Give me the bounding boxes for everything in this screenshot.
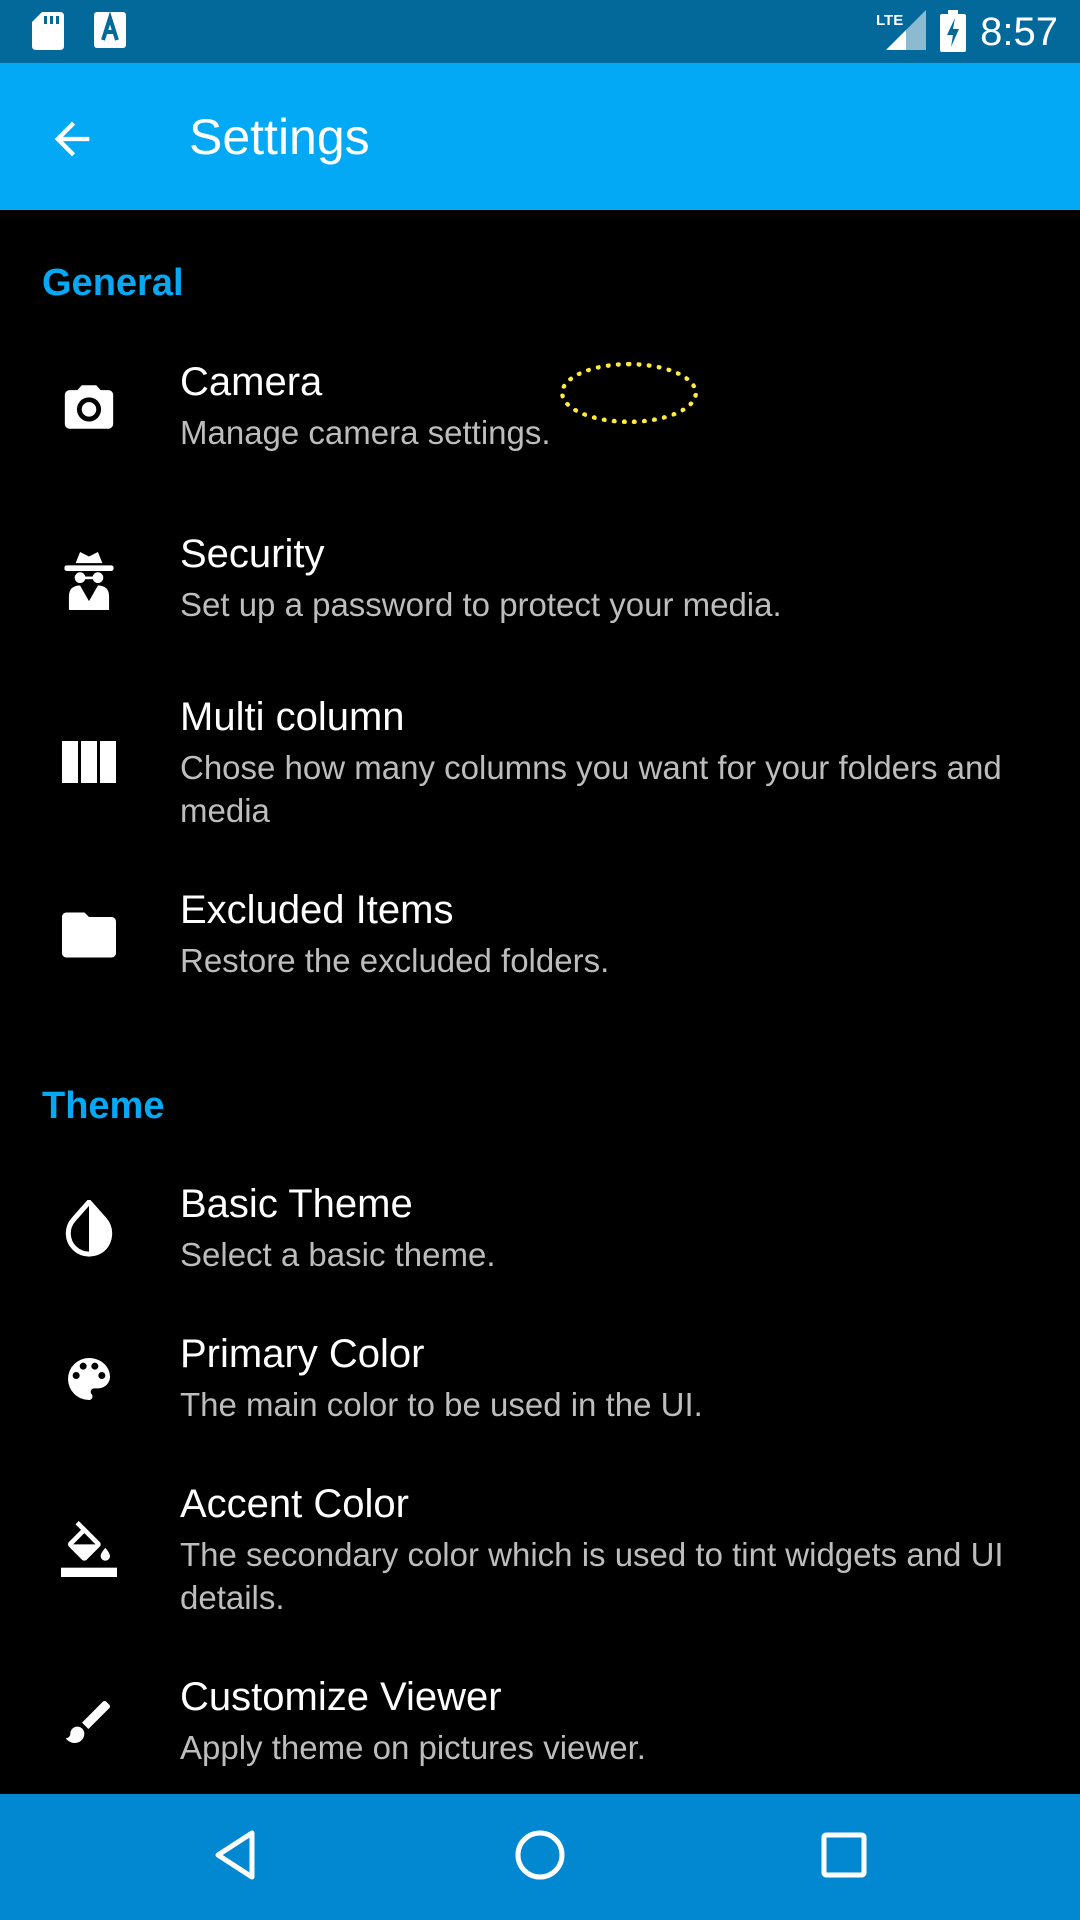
nav-back-button[interactable] (196, 1822, 276, 1892)
folder-icon (60, 906, 118, 964)
view-columns-icon (60, 733, 118, 791)
format-color-fill-icon (60, 1520, 118, 1578)
section-header-general: General (42, 262, 184, 304)
pref-basic-theme[interactable]: Basic Theme Select a basic theme. (0, 1180, 1080, 1330)
back-button[interactable] (30, 99, 114, 183)
pref-summary: The main color to be used in the UI. (180, 1386, 703, 1423)
svg-text:LTE: LTE (876, 12, 903, 29)
pref-title: Security (180, 532, 325, 576)
pref-summary: Chose how many columns you want for your… (180, 749, 1002, 829)
pref-customize-viewer[interactable]: Customize Viewer Apply theme on pictures… (0, 1673, 1080, 1794)
pref-title: Customize Viewer (180, 1675, 502, 1719)
app-bar: Settings (0, 63, 1080, 210)
nav-recents-button[interactable] (804, 1822, 884, 1892)
pref-excluded-items[interactable]: Excluded Items Restore the excluded fold… (0, 886, 1080, 1036)
navigation-bar (0, 1794, 1080, 1920)
section-header-theme: Theme (42, 1085, 165, 1127)
pref-summary: Select a basic theme. (180, 1236, 496, 1273)
status-time: 8:57 (980, 10, 1058, 54)
pref-title: Accent Color (180, 1482, 409, 1526)
pref-primary-color[interactable]: Primary Color The main color to be used … (0, 1330, 1080, 1480)
settings-list[interactable]: General Camera Manage camera settings. S… (0, 210, 1080, 1794)
pref-security[interactable]: Security Set up a password to protect yo… (0, 530, 1080, 680)
battery-charging-icon (940, 10, 966, 57)
arrow-back-icon (46, 113, 98, 170)
pref-summary: Apply theme on pictures viewer. (180, 1729, 646, 1766)
page-title: Settings (189, 109, 370, 165)
nav-back-icon (212, 1829, 260, 1886)
pref-multi-column[interactable]: Multi column Chose how many columns you … (0, 693, 1080, 873)
pref-summary: The secondary color which is used to tin… (180, 1536, 1004, 1616)
pref-title: Multi column (180, 695, 405, 739)
palette-icon (60, 1350, 118, 1408)
pref-title: Excluded Items (180, 888, 454, 932)
nav-recents-icon (820, 1831, 868, 1884)
pref-summary: Set up a password to protect your media. (180, 586, 782, 623)
sd-card-icon (32, 12, 64, 55)
nav-home-icon (514, 1829, 566, 1886)
lte-signal-icon: LTE (876, 10, 926, 55)
pref-camera[interactable]: Camera Manage camera settings. (0, 358, 1080, 508)
touch-indicator (560, 362, 698, 424)
pref-title: Camera (180, 360, 323, 404)
pref-accent-color[interactable]: Accent Color The secondary color which i… (0, 1480, 1080, 1660)
nav-home-button[interactable] (500, 1822, 580, 1892)
pref-title: Basic Theme (180, 1182, 413, 1226)
pref-summary: Restore the excluded folders. (180, 942, 610, 979)
invert-colors-icon (60, 1200, 118, 1258)
status-bar: LTE 8:57 (0, 0, 1080, 63)
incognito-icon (60, 552, 118, 610)
brush-icon (60, 1693, 118, 1751)
pref-title: Primary Color (180, 1332, 425, 1376)
camera-icon (60, 378, 118, 436)
keyboard-a-icon (94, 11, 126, 53)
